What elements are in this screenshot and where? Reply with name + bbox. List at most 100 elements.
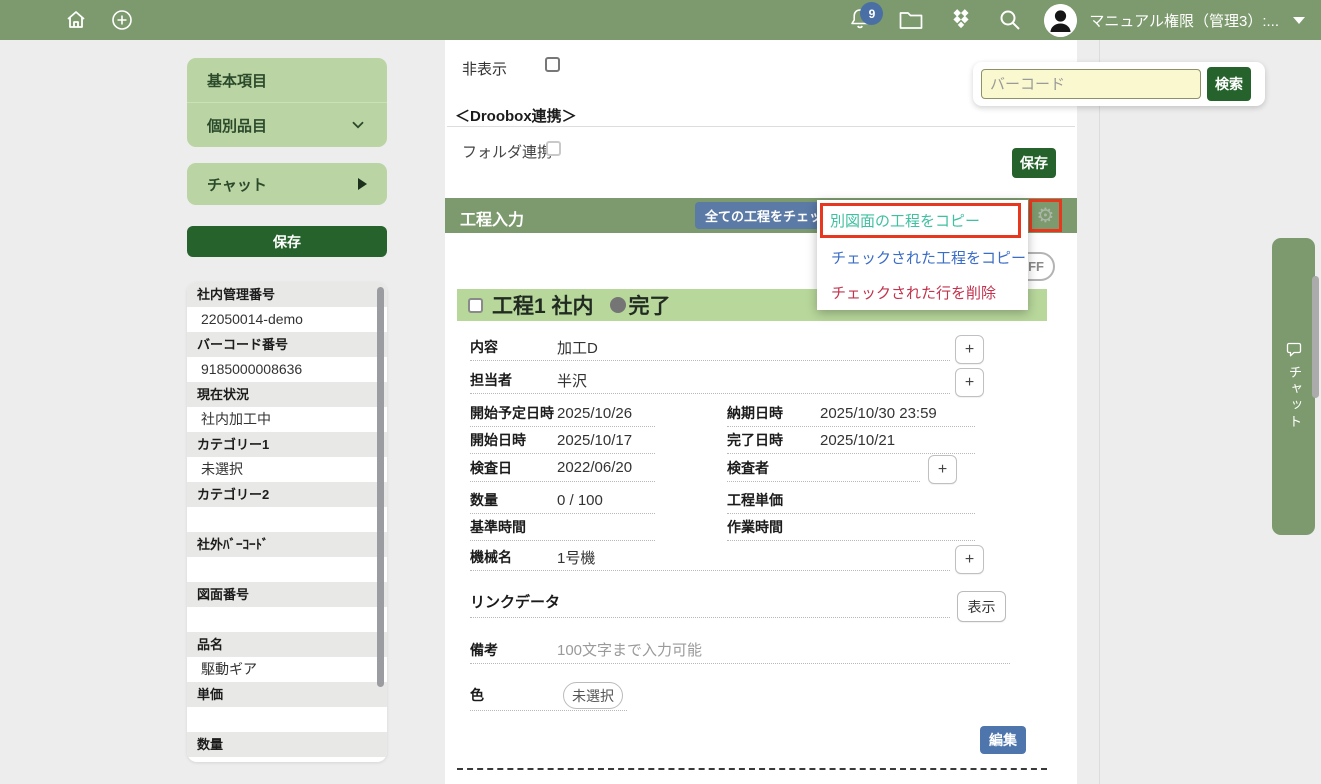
- row-start: 開始日時 2025/10/17: [470, 427, 655, 454]
- field-label: 現在状況: [187, 382, 387, 407]
- barcode-search-box: 検索: [973, 62, 1265, 106]
- inspector-add-button[interactable]: +: [928, 455, 957, 484]
- sidebar-item-chat[interactable]: チャット: [187, 163, 387, 205]
- sidebar-item-individual[interactable]: 個別品目: [187, 103, 387, 147]
- row-inspect-date-value[interactable]: 2022/06/20: [557, 459, 632, 476]
- row-link-label: リンクデータ: [470, 591, 560, 612]
- row-staff-value[interactable]: 半沢: [557, 370, 587, 391]
- sidebar-save-label: 保存: [273, 232, 301, 252]
- process-1-status: 完了: [629, 290, 671, 320]
- row-inspect-date: 検査日 2022/06/20: [470, 454, 655, 482]
- main-save-button[interactable]: 保存: [1012, 148, 1056, 178]
- gear-dropdown-menu: 別図面の工程をコピー チェックされた工程をコピー チェックされた行を削除: [817, 200, 1028, 310]
- user-avatar[interactable]: [1044, 4, 1077, 37]
- search-icon[interactable]: [998, 8, 1022, 32]
- field-label: 図面番号: [187, 582, 387, 607]
- row-done-value[interactable]: 2025/10/21: [820, 432, 895, 449]
- caret-down-icon[interactable]: [1293, 17, 1305, 24]
- row-unit-price-label: 工程単価: [727, 490, 783, 510]
- check-all-label: 全ての工程をチェック: [705, 206, 835, 225]
- row-start-label: 開始日時: [470, 430, 526, 450]
- sidebar-item-individual-label: 個別品目: [207, 115, 267, 136]
- sidebar-tab-group: 基本項目 個別品目: [187, 58, 387, 147]
- dropbox-icon[interactable]: [948, 8, 974, 32]
- plus-icon: +: [965, 551, 974, 569]
- hidden-label: 非表示: [462, 58, 507, 79]
- row-machine-label: 機械名: [470, 547, 512, 567]
- link-show-button[interactable]: 表示: [957, 591, 1006, 622]
- barcode-search-button[interactable]: 検索: [1207, 67, 1251, 101]
- row-inspector: 検査者: [727, 454, 920, 482]
- row-std-time: 基準時間: [470, 514, 655, 541]
- folder-icon[interactable]: [898, 9, 924, 31]
- row-content-value[interactable]: 加工D: [557, 337, 598, 358]
- row-done: 完了日時 2025/10/21: [727, 427, 975, 454]
- row-qty: 数量 0 / 100: [470, 487, 655, 514]
- field-value: 駆動ギア: [187, 657, 387, 682]
- row-due-label: 納期日時: [727, 403, 783, 423]
- row-staff: 担当者 半沢: [470, 367, 950, 394]
- menu-icon[interactable]: [16, 11, 42, 29]
- field-value: 9185000008636: [187, 357, 387, 382]
- menu-item-copy-checked[interactable]: チェックされた工程をコピー: [831, 239, 1026, 275]
- notifications-bell-icon[interactable]: 9: [848, 7, 872, 33]
- menu-item-label: チェックされた行を削除: [831, 282, 996, 303]
- edit-button[interactable]: 編集: [980, 726, 1026, 754]
- panel-scrollbar-thumb[interactable]: [377, 287, 384, 687]
- folder-link-checkbox[interactable]: [546, 141, 561, 156]
- hidden-checkbox[interactable]: [545, 57, 560, 72]
- menu-item-delete-checked[interactable]: チェックされた行を削除: [831, 275, 996, 309]
- row-content: 内容 加工D: [470, 334, 950, 361]
- folder-link-label: フォルダ連携: [462, 141, 552, 162]
- row-inspect-date-label: 検査日: [470, 458, 512, 478]
- chat-bubble-icon: [1286, 342, 1302, 357]
- row-done-label: 完了日時: [727, 430, 783, 450]
- item-summary-panel: 社内管理番号 22050014-demo バーコード番号 91850000086…: [187, 282, 387, 762]
- droobox-heading: ＜Droobox連携＞: [455, 105, 577, 126]
- chat-side-tab[interactable]: チャット: [1272, 238, 1315, 535]
- row-work-time: 作業時間: [727, 514, 975, 541]
- sidebar-item-chat-label: チャット: [207, 174, 267, 195]
- field-label: 単価: [187, 682, 387, 707]
- notification-badge: 9: [860, 2, 883, 25]
- staff-add-button[interactable]: +: [955, 368, 984, 397]
- row-qty-value[interactable]: 0 / 100: [557, 492, 603, 509]
- row-due-value[interactable]: 2025/10/30 23:59: [820, 405, 937, 422]
- link-show-label: 表示: [968, 597, 996, 617]
- row-start-planned-value[interactable]: 2025/10/26: [557, 405, 632, 422]
- field-value: 22050014-demo: [187, 307, 387, 332]
- content-add-button[interactable]: +: [955, 335, 984, 364]
- machine-add-button[interactable]: +: [955, 545, 984, 574]
- color-select-pill[interactable]: 未選択: [563, 682, 623, 709]
- topbar: 9 マニュ: [0, 0, 1321, 40]
- field-value: [187, 607, 387, 632]
- row-due: 納期日時 2025/10/30 23:59: [727, 400, 975, 427]
- app-screen: 9 マニュ: [0, 0, 1321, 784]
- add-icon[interactable]: [110, 8, 134, 32]
- plus-icon: +: [965, 374, 974, 392]
- gear-icon-highlight[interactable]: ⚙: [1029, 199, 1062, 232]
- row-start-value[interactable]: 2025/10/17: [557, 432, 632, 449]
- menu-item-copy-other-drawing[interactable]: 別図面の工程をコピー: [820, 203, 1021, 238]
- row-note-placeholder[interactable]: 100文字まで入力可能: [557, 639, 702, 660]
- page-scrollbar-thumb[interactable]: [1312, 276, 1319, 398]
- field-label: 社外ﾊﾞｰｺｰﾄﾞ: [187, 532, 387, 557]
- menu-item-label: チェックされた工程をコピー: [831, 247, 1026, 268]
- chat-side-tab-label: チャット: [1284, 365, 1304, 431]
- process-1-checkbox[interactable]: [468, 298, 483, 313]
- status-dot-icon: [610, 297, 626, 313]
- row-inspector-label: 検査者: [727, 458, 769, 478]
- field-value: [187, 557, 387, 582]
- sidebar-save-button[interactable]: 保存: [187, 226, 387, 257]
- field-value: [187, 507, 387, 532]
- row-machine: 機械名 1号機: [470, 544, 950, 571]
- barcode-input[interactable]: [981, 69, 1201, 99]
- row-machine-value[interactable]: 1号機: [557, 547, 595, 568]
- sidebar-item-basic[interactable]: 基本項目: [187, 58, 387, 103]
- home-icon[interactable]: [64, 8, 88, 32]
- main-save-label: 保存: [1020, 153, 1048, 173]
- user-label[interactable]: マニュアル権限（管理3）:...: [1089, 10, 1279, 31]
- field-value: [187, 707, 387, 732]
- row-staff-label: 担当者: [470, 370, 512, 390]
- row-unit-price: 工程単価: [727, 487, 975, 514]
